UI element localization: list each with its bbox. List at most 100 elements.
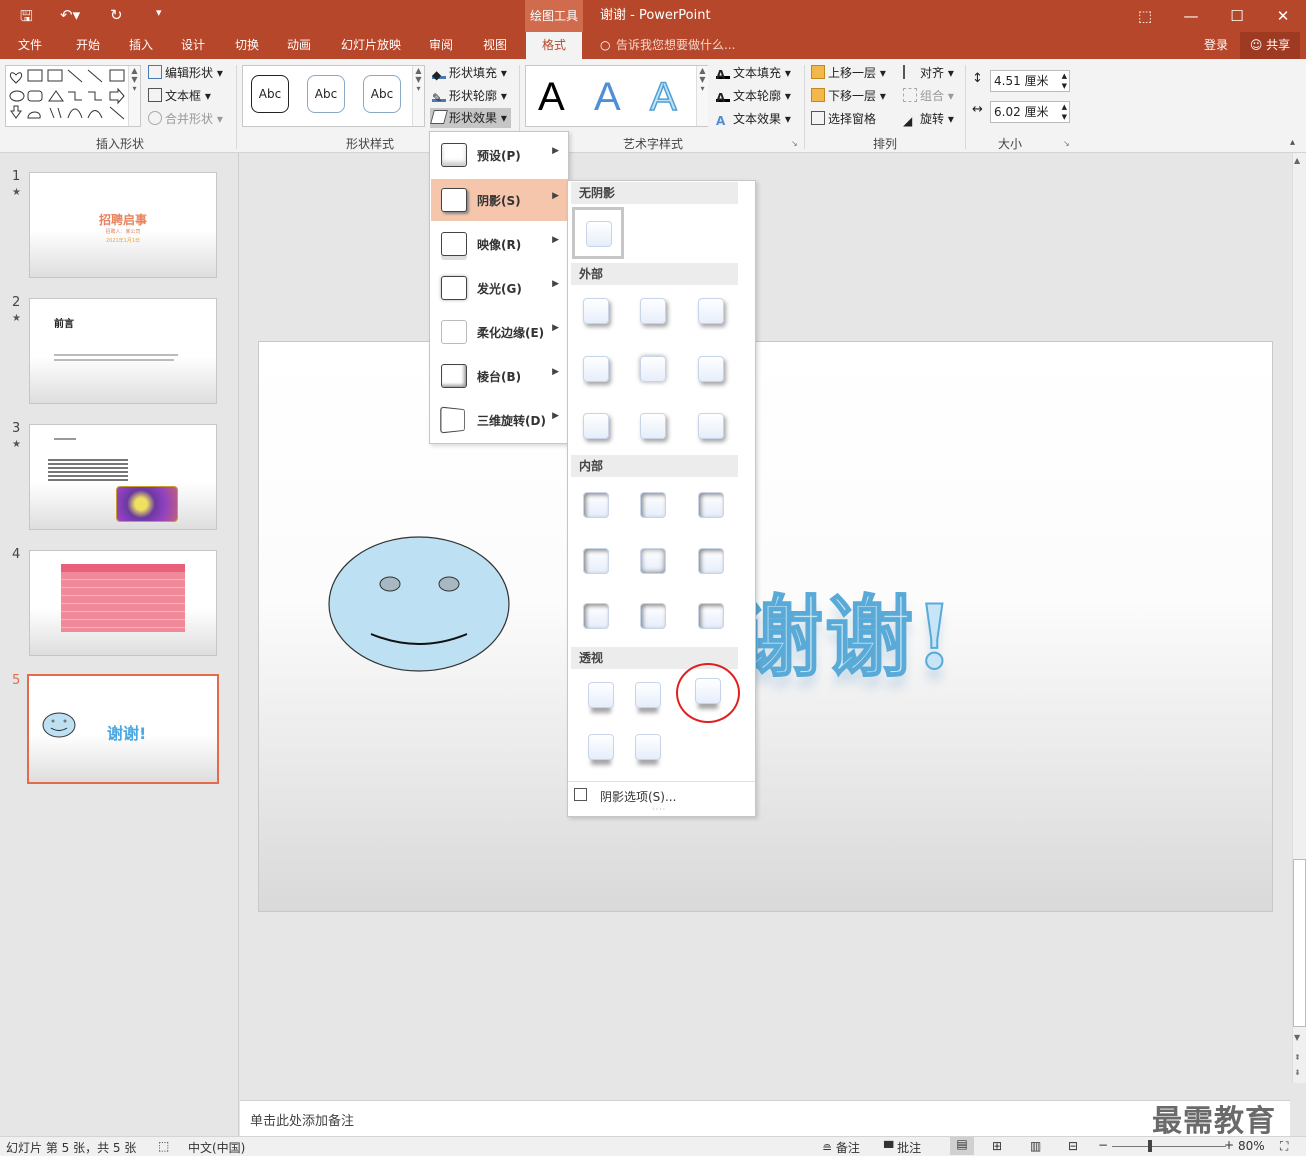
wordart-scroll[interactable]: ▲ ▼ ▾: [696, 66, 708, 126]
shadow-option-outer-3[interactable]: [698, 298, 724, 324]
fit-slide-icon[interactable]: ⛶: [1280, 1139, 1288, 1154]
zoom-level[interactable]: 80%: [1238, 1139, 1265, 1153]
shadow-option-outer-7[interactable]: [583, 413, 609, 439]
wordart-style-3[interactable]: A: [649, 74, 677, 120]
shadow-option-inner-1[interactable]: [583, 492, 609, 518]
shape-width-input[interactable]: 6.02 厘米 ▲ ▼: [990, 101, 1070, 123]
shadow-option-inner-5[interactable]: [640, 548, 666, 574]
shape-style-1[interactable]: Abc: [251, 75, 289, 113]
shape-height-input[interactable]: 4.51 厘米 ▲ ▼: [990, 70, 1070, 92]
share-button[interactable]: ☺ 共享: [1240, 32, 1300, 59]
redo-icon[interactable]: ↻: [110, 6, 123, 24]
tab-insert[interactable]: 插入: [118, 32, 164, 59]
notes-button[interactable]: ≘ 备注: [822, 1139, 860, 1156]
tab-view[interactable]: 视图: [472, 32, 518, 59]
slide-thumbnail-5[interactable]: 谢谢!: [27, 674, 219, 784]
scroll-up-icon[interactable]: ▲: [1294, 156, 1300, 165]
dialog-launcher-icon[interactable]: ↘: [1063, 139, 1070, 148]
zoom-slider-thumb[interactable]: [1148, 1140, 1152, 1152]
shapes-gallery[interactable]: [5, 65, 141, 127]
group-button[interactable]: 组合 ▾: [903, 86, 954, 106]
undo-icon[interactable]: ↶▾: [60, 6, 80, 24]
text-fill-button[interactable]: A 文本填充 ▾: [716, 63, 791, 83]
menu-item-preset[interactable]: 预设(P) ▶: [431, 134, 568, 176]
wordart-text[interactable]: 谢谢!: [734, 567, 956, 694]
shadow-option-perspective-4[interactable]: [588, 734, 614, 760]
slide-canvas[interactable]: 谢谢!: [258, 341, 1273, 912]
next-slide-icon[interactable]: ⇟: [1294, 1068, 1301, 1077]
shadow-option-inner-6[interactable]: [698, 548, 724, 574]
ribbon-display-icon[interactable]: ⬚: [1122, 0, 1168, 32]
menu-item-reflection[interactable]: 映像(R) ▶: [431, 223, 568, 265]
shadow-option-none[interactable]: [572, 207, 624, 259]
shadow-option-inner-2[interactable]: [640, 492, 666, 518]
normal-view-icon[interactable]: ▤: [950, 1137, 974, 1155]
slide-thumbnail-1[interactable]: 招聘启事 招聘人：某公司 2021年1月1日: [29, 172, 217, 278]
minimize-icon[interactable]: —: [1168, 0, 1214, 32]
shadow-option-inner-7[interactable]: [583, 603, 609, 629]
wordart-style-1[interactable]: A: [538, 75, 565, 119]
shadow-option-outer-9[interactable]: [698, 413, 724, 439]
tab-design[interactable]: 设计: [170, 32, 216, 59]
shadow-option-perspective-5[interactable]: [635, 734, 661, 760]
spellcheck-icon[interactable]: ⬚: [158, 1139, 169, 1153]
language[interactable]: 中文(中国): [188, 1139, 245, 1156]
shadow-option-outer-8[interactable]: [640, 413, 666, 439]
menu-item-bevel[interactable]: 棱台(B) ▶: [431, 355, 568, 397]
notes-pane[interactable]: 单击此处添加备注: [240, 1100, 1290, 1136]
comments-button[interactable]: ▀ 批注: [884, 1139, 921, 1156]
shadow-option-perspective-1[interactable]: [588, 682, 614, 708]
shadow-option-outer-6[interactable]: [698, 356, 724, 382]
resize-grip-icon[interactable]: ····: [652, 805, 666, 814]
shape-fill-button[interactable]: ◆ 形状填充 ▾: [432, 63, 507, 83]
tab-format[interactable]: 格式: [526, 32, 582, 59]
shadow-option-outer-1[interactable]: [583, 298, 609, 324]
shadow-option-outer-4[interactable]: [583, 356, 609, 382]
rotate-button[interactable]: ◢ 旋转 ▾: [903, 109, 954, 129]
tell-me-input[interactable]: 告诉我您想要做什么...: [616, 32, 735, 59]
shadow-option-outer-2[interactable]: [640, 298, 666, 324]
shadow-option-perspective-2[interactable]: [635, 682, 661, 708]
close-icon[interactable]: ✕: [1260, 0, 1306, 32]
shadow-option-inner-8[interactable]: [640, 603, 666, 629]
selection-pane-button[interactable]: 选择窗格: [811, 109, 876, 129]
tab-file[interactable]: 文件: [8, 32, 52, 59]
shadow-option-outer-5[interactable]: [640, 356, 666, 382]
collapse-ribbon-icon[interactable]: ▴: [1290, 137, 1295, 148]
menu-item-shadow[interactable]: 阴影(S) ▶: [431, 179, 568, 221]
shape-outline-button[interactable]: ✎ 形状轮廓 ▾: [432, 86, 507, 106]
scroll-down-icon[interactable]: ▼: [1294, 1033, 1300, 1042]
spin-arrows-icon[interactable]: ▲ ▼: [1062, 71, 1067, 91]
prev-slide-icon[interactable]: ⇞: [1294, 1053, 1301, 1062]
slide-thumbnail-2[interactable]: 前言: [29, 298, 217, 404]
tab-review[interactable]: 审阅: [418, 32, 464, 59]
scroll-thumb[interactable]: [1293, 859, 1306, 1027]
spin-arrows-icon[interactable]: ▲ ▼: [1062, 102, 1067, 122]
zoom-in-icon[interactable]: +: [1224, 1138, 1234, 1152]
menu-item-glow[interactable]: 发光(G) ▶: [431, 267, 568, 309]
slide-sorter-icon[interactable]: ⊞: [992, 1139, 1002, 1153]
slideshow-icon[interactable]: ⊟: [1068, 1139, 1078, 1153]
zoom-out-icon[interactable]: −: [1098, 1138, 1108, 1152]
menu-item-3d-rotation[interactable]: 三维旋转(D) ▶: [431, 399, 568, 441]
reading-view-icon[interactable]: ▥: [1030, 1139, 1041, 1153]
login-link[interactable]: 登录: [1196, 32, 1236, 59]
send-backward-button[interactable]: 下移一层 ▾: [811, 86, 886, 106]
shape-effects-button[interactable]: 形状效果 ▾: [430, 108, 511, 128]
tab-animations[interactable]: 动画: [276, 32, 322, 59]
customize-qat-icon[interactable]: ▾: [156, 6, 162, 19]
shadow-option-inner-9[interactable]: [698, 603, 724, 629]
text-effects-button[interactable]: A 文本效果 ▾: [716, 109, 791, 129]
tab-home[interactable]: 开始: [64, 32, 112, 59]
bring-forward-button[interactable]: 上移一层 ▾: [811, 63, 886, 83]
wordart-style-2[interactable]: A: [594, 75, 621, 119]
tab-slideshow[interactable]: 幻灯片放映: [330, 32, 412, 59]
edit-shape-button[interactable]: 编辑形状 ▾: [148, 63, 223, 83]
vertical-scrollbar[interactable]: ▲ ▼ ⇞ ⇟: [1292, 153, 1306, 1083]
shapes-gallery-scroll[interactable]: ▲ ▼ ▾: [128, 66, 140, 126]
shadow-option-inner-3[interactable]: [698, 492, 724, 518]
menu-item-soft-edges[interactable]: 柔化边缘(E) ▶: [431, 311, 568, 353]
shadow-option-inner-4[interactable]: [583, 548, 609, 574]
merge-shapes-button[interactable]: 合并形状 ▾: [148, 109, 223, 129]
shape-styles-scroll[interactable]: ▲ ▼ ▾: [412, 66, 424, 126]
